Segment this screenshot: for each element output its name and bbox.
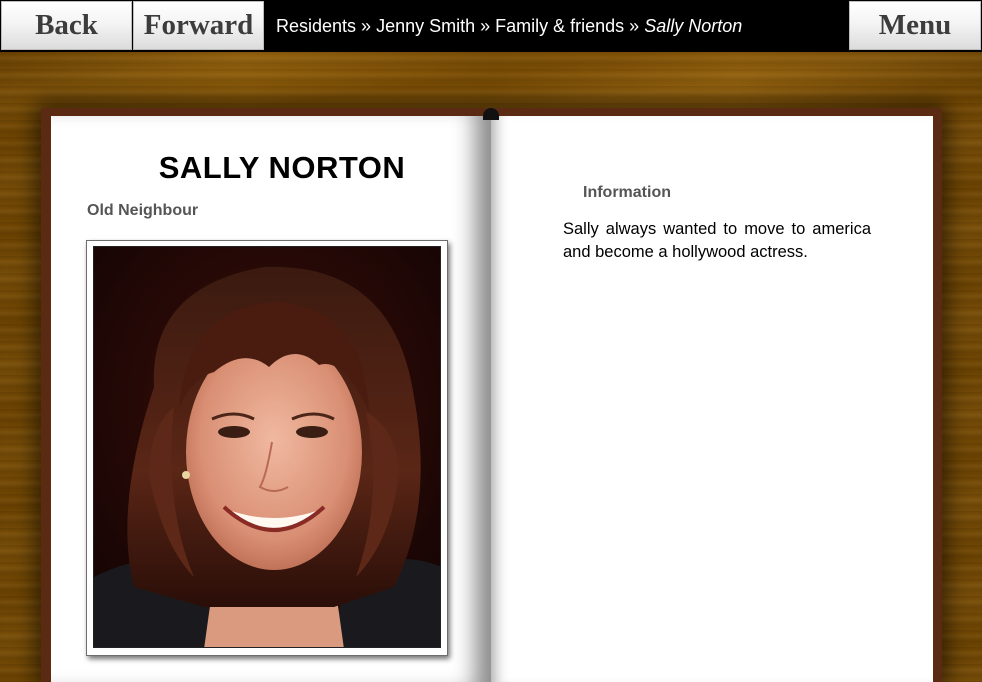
breadcrumb-current: Sally Norton	[644, 16, 743, 36]
back-button[interactable]: Back	[1, 1, 132, 50]
portrait-photo[interactable]	[93, 246, 441, 648]
portrait-illustration	[94, 247, 440, 647]
breadcrumb-separator: »	[629, 16, 640, 36]
relation-label: Old Neighbour	[87, 202, 199, 219]
book-spine-clasp	[483, 108, 499, 120]
person-name-heading: SALLY NORTON	[158, 150, 406, 185]
book-right-page	[491, 116, 933, 682]
breadcrumb-separator: »	[361, 16, 372, 36]
breadcrumb-family-friends[interactable]: Family & friends	[495, 16, 624, 36]
breadcrumb-residents[interactable]: Residents	[276, 16, 356, 36]
menu-button[interactable]: Menu	[849, 1, 981, 50]
information-heading: Information	[583, 184, 671, 201]
breadcrumb-separator: »	[480, 16, 491, 36]
breadcrumb: Residents» Jenny Smith» Family & friends» S…	[276, 0, 742, 52]
forward-button[interactable]: Forward	[133, 1, 264, 50]
top-navigation-bar: Back Forward Residents» Jenny Smith» Famil…	[0, 0, 982, 52]
breadcrumb-jenny-smith[interactable]: Jenny Smith	[376, 16, 475, 36]
information-text: Sally always wanted to move to america a…	[563, 220, 871, 261]
